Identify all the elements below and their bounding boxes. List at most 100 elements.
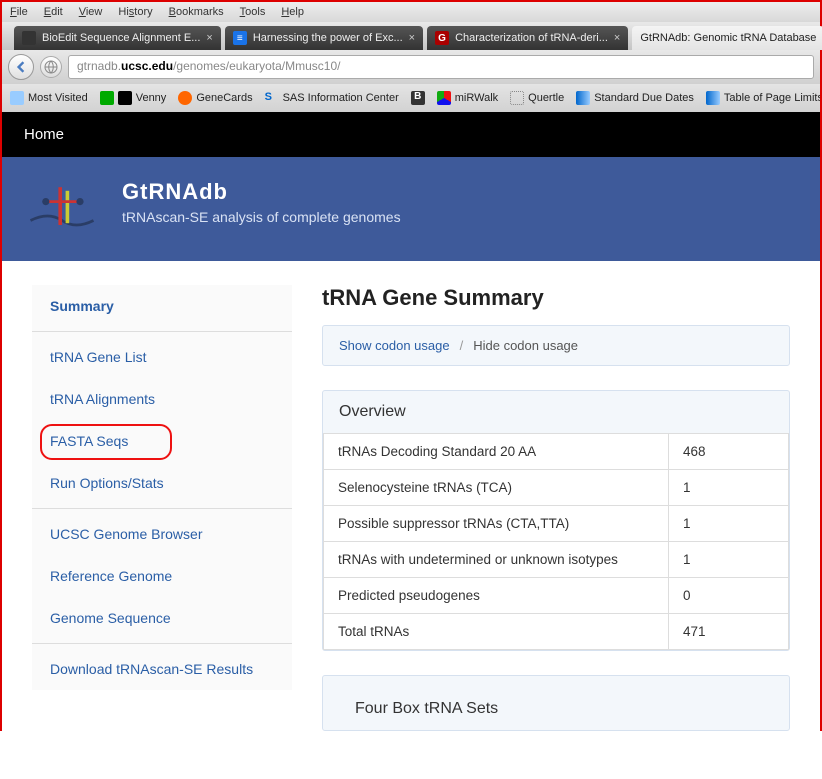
four-box-title: Four Box tRNA Sets <box>339 688 773 730</box>
bookmark-icon <box>510 91 524 105</box>
url-host: ucsc.edu <box>121 59 173 73</box>
overview-panel: Overview tRNAs Decoding Standard 20 AA46… <box>322 390 790 651</box>
bookmark-most-visited[interactable]: Most Visited <box>10 91 88 105</box>
docs-icon: ≡ <box>233 31 247 45</box>
overview-table: tRNAs Decoding Standard 20 AA468 Selenoc… <box>323 433 789 650</box>
bookmark-label: Table of Page Limits <box>724 92 820 104</box>
row-value: 0 <box>669 578 789 614</box>
bookmark-page-limits[interactable]: Table of Page Limits <box>706 91 820 105</box>
sidebar-divider <box>32 508 292 509</box>
show-codon-link[interactable]: Show codon usage <box>339 338 450 353</box>
bookmark-label: Quertle <box>528 92 564 104</box>
back-button[interactable] <box>8 54 34 80</box>
sidebar-item-summary[interactable]: Summary <box>32 285 292 327</box>
table-row: tRNAs Decoding Standard 20 AA468 <box>324 434 789 470</box>
menu-file[interactable]: File <box>10 6 28 18</box>
sidebar-item-fasta-seqs[interactable]: FASTA Seqs <box>32 420 292 462</box>
table-row: Predicted pseudogenes0 <box>324 578 789 614</box>
toggle-separator: / <box>460 338 464 353</box>
bookmark-label: SAS Information Center <box>283 92 399 104</box>
site-title: GtRNAdb <box>122 179 401 205</box>
row-value: 1 <box>669 470 789 506</box>
tab-label: Harnessing the power of Exc... <box>253 32 403 44</box>
row-label: Possible suppressor tRNAs (CTA,TTA) <box>324 506 669 542</box>
menu-view[interactable]: View <box>79 6 103 18</box>
sidebar-item-alignments[interactable]: tRNA Alignments <box>32 378 292 420</box>
close-icon[interactable]: × <box>409 32 415 44</box>
tab-bioedit[interactable]: BioEdit Sequence Alignment E... × <box>14 26 221 50</box>
bookmark-label: GeneCards <box>196 92 252 104</box>
bookmark-genecards[interactable]: GeneCards <box>178 91 252 105</box>
tab-harnessing[interactable]: ≡ Harnessing the power of Exc... × <box>225 26 423 50</box>
bookmark-quertle[interactable]: Quertle <box>510 91 564 105</box>
bookmark-icon: B <box>411 91 425 105</box>
menu-help[interactable]: Help <box>281 6 304 18</box>
site-identity-button[interactable] <box>40 56 62 78</box>
bookmark-label: Standard Due Dates <box>594 92 694 104</box>
close-icon[interactable]: × <box>206 32 212 44</box>
home-link[interactable]: Home <box>2 112 820 157</box>
bookmark-color-swatch[interactable]: Venny <box>100 91 167 105</box>
tab-characterization[interactable]: G Characterization of tRNA-deri... × <box>427 26 628 50</box>
sidebar-item-genome-seq[interactable]: Genome Sequence <box>32 597 292 639</box>
address-bar: gtrnadb.ucsc.edu/genomes/eukaryota/Mmusc… <box>2 50 820 84</box>
bookmark-mirwalk[interactable]: miRWalk <box>437 91 498 105</box>
menu-edit[interactable]: Edit <box>44 6 63 18</box>
swatch-icon <box>118 91 132 105</box>
menu-tools[interactable]: Tools <box>240 6 266 18</box>
sidebar-item-ucsc[interactable]: UCSC Genome Browser <box>32 513 292 555</box>
bookmark-sas[interactable]: S SAS Information Center <box>265 91 399 105</box>
menubar: File Edit View History Bookmarks Tools H… <box>2 2 820 22</box>
table-row: Selenocysteine tRNAs (TCA)1 <box>324 470 789 506</box>
page-heading: tRNA Gene Summary <box>322 285 790 311</box>
tab-strip: BioEdit Sequence Alignment E... × ≡ Harn… <box>2 22 820 50</box>
site-icon: G <box>435 31 449 45</box>
tab-label: GtRNAdb: Genomic tRNA Database <box>640 32 816 44</box>
sidebar-divider <box>32 643 292 644</box>
main-column: tRNA Gene Summary Show codon usage / Hid… <box>322 285 790 755</box>
codon-usage-toggle: Show codon usage / Hide codon usage <box>322 325 790 366</box>
arrow-left-icon <box>15 61 27 73</box>
row-value: 468 <box>669 434 789 470</box>
bookmark-label: Most Visited <box>28 92 88 104</box>
bookmark-label: miRWalk <box>455 92 498 104</box>
bookmark-standard-due[interactable]: Standard Due Dates <box>576 91 694 105</box>
sidebar: Summary tRNA Gene List tRNA Alignments F… <box>32 285 292 690</box>
menu-history[interactable]: History <box>118 6 152 18</box>
sidebar-item-run-options[interactable]: Run Options/Stats <box>32 462 292 504</box>
apple-icon <box>22 31 36 45</box>
tab-label: BioEdit Sequence Alignment E... <box>42 32 200 44</box>
sidebar-item-gene-list[interactable]: tRNA Gene List <box>32 336 292 378</box>
table-row: Total tRNAs471 <box>324 614 789 650</box>
bookmark-icon <box>576 91 590 105</box>
bookmark-b[interactable]: B <box>411 91 425 105</box>
sidebar-item-reference[interactable]: Reference Genome <box>32 555 292 597</box>
sidebar-divider <box>32 331 292 332</box>
bookmark-icon <box>437 91 451 105</box>
close-icon[interactable]: × <box>614 32 620 44</box>
tab-gtrnadb[interactable]: GtRNAdb: Genomic tRNA Database <box>632 26 822 50</box>
row-label: tRNAs with undetermined or unknown isoty… <box>324 542 669 578</box>
site-logo <box>26 179 98 235</box>
row-label: Total tRNAs <box>324 614 669 650</box>
row-label: Selenocysteine tRNAs (TCA) <box>324 470 669 506</box>
url-path: /genomes/eukaryota/Mmusc10/ <box>173 59 340 73</box>
site-subtitle: tRNAscan-SE analysis of complete genomes <box>122 209 401 225</box>
site-banner: GtRNAdb tRNAscan-SE analysis of complete… <box>2 157 820 261</box>
row-label: Predicted pseudogenes <box>324 578 669 614</box>
row-value: 1 <box>669 506 789 542</box>
banner-text: GtRNAdb tRNAscan-SE analysis of complete… <box>122 179 401 225</box>
table-row: tRNAs with undetermined or unknown isoty… <box>324 542 789 578</box>
bookmark-icon <box>706 91 720 105</box>
sidebar-item-download[interactable]: Download tRNAscan-SE Results <box>32 648 292 690</box>
bookmark-label: Venny <box>136 92 167 104</box>
url-input[interactable]: gtrnadb.ucsc.edu/genomes/eukaryota/Mmusc… <box>68 55 814 79</box>
bookmark-icon <box>178 91 192 105</box>
menu-bookmarks[interactable]: Bookmarks <box>169 6 224 18</box>
page-content: Home GtRNAdb tRNAscan-SE analysis of com… <box>2 112 820 779</box>
hide-codon-link[interactable]: Hide codon usage <box>473 338 578 353</box>
globe-icon <box>44 60 58 74</box>
row-value: 471 <box>669 614 789 650</box>
bookmark-icon: S <box>265 91 279 105</box>
content-layout: Summary tRNA Gene List tRNA Alignments F… <box>2 261 820 779</box>
